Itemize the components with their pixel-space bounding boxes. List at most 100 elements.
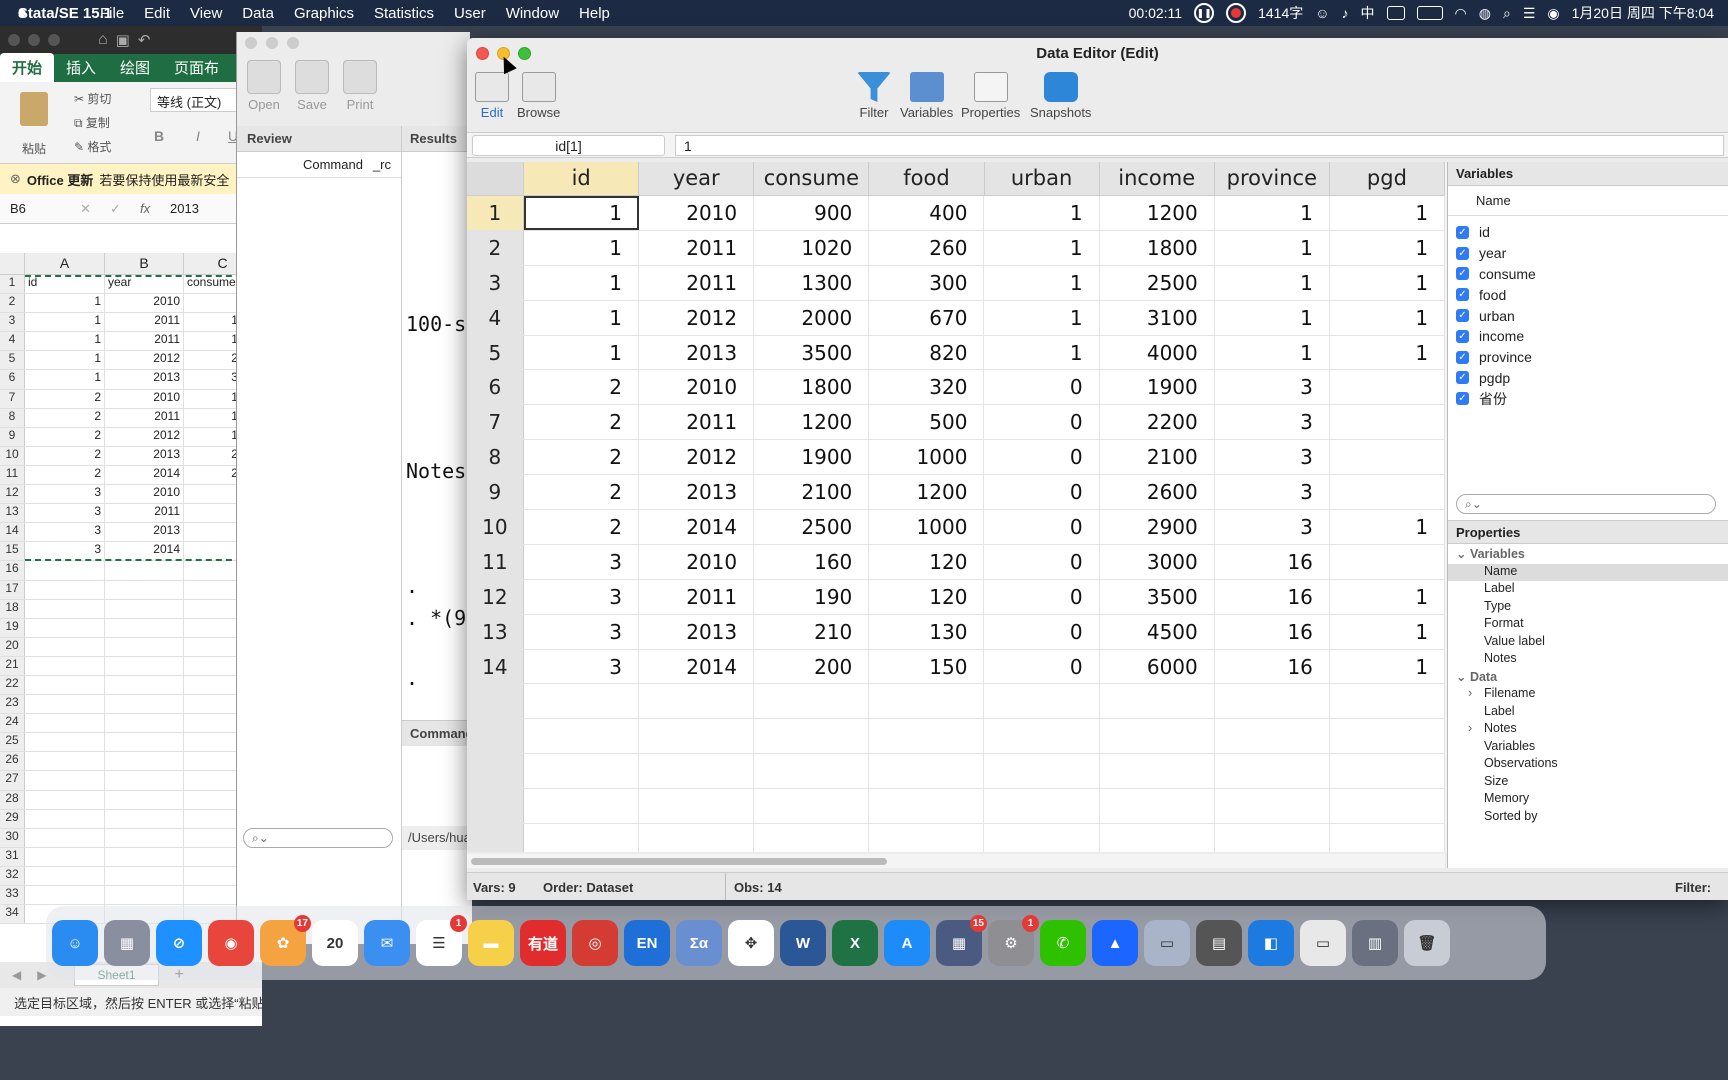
variable-item[interactable]: ✓ year: [1448, 243, 1728, 264]
data-cell[interactable]: 1: [984, 196, 1100, 230]
excel-cell[interactable]: year: [105, 275, 184, 294]
excel-cell[interactable]: 3: [25, 485, 105, 504]
variable-item[interactable]: ✓ urban: [1448, 305, 1728, 326]
excel-cell[interactable]: [105, 714, 184, 733]
data-cell[interactable]: 2: [524, 440, 639, 475]
excel-cell[interactable]: 2011: [105, 504, 184, 523]
data-cell[interactable]: 4000: [1100, 335, 1215, 370]
excel-cell[interactable]: 2011: [105, 332, 184, 351]
data-cell[interactable]: 3500: [754, 335, 870, 370]
sum-icon[interactable]: Σα: [676, 920, 722, 966]
variable-item[interactable]: ✓ id: [1448, 222, 1728, 243]
excel-cell[interactable]: 1: [25, 313, 105, 332]
data-cell[interactable]: [1330, 440, 1445, 475]
empty-cell[interactable]: [524, 684, 639, 719]
notes-icon[interactable]: ▬: [468, 920, 514, 966]
empty-cell[interactable]: [1215, 684, 1330, 719]
data-cell[interactable]: 0: [984, 475, 1100, 510]
review-command-column[interactable]: Command: [303, 157, 363, 172]
row-number[interactable]: 3: [467, 265, 524, 300]
row-header[interactable]: 13: [0, 504, 25, 523]
tab-insert[interactable]: 插入: [54, 53, 108, 82]
excel-cell[interactable]: 3: [25, 542, 105, 561]
data-cell[interactable]: 3: [1215, 370, 1330, 405]
data-cell[interactable]: 1200: [754, 405, 870, 440]
data-cell[interactable]: 1: [1330, 579, 1445, 614]
column-header[interactable]: province: [1215, 162, 1330, 195]
youdao-icon[interactable]: 有道: [520, 920, 566, 966]
property-item[interactable]: Notes: [1448, 651, 1728, 669]
review-search-input[interactable]: ⌕⌄: [243, 828, 393, 848]
data-cell[interactable]: 3: [1215, 510, 1330, 544]
checkbox-icon[interactable]: ✓: [1456, 329, 1469, 343]
menu-help[interactable]: Help: [569, 5, 620, 22]
property-item[interactable]: Type: [1448, 599, 1728, 617]
excel-cell[interactable]: [25, 561, 105, 580]
format-painter-button[interactable]: ✎ 格式: [74, 138, 111, 155]
system-preferences-icon[interactable]: ⚙ 1: [988, 915, 1039, 966]
empty-cell[interactable]: [1215, 719, 1330, 754]
data-cell[interactable]: [1330, 405, 1445, 440]
empty-cell[interactable]: [1215, 789, 1330, 824]
excel-cell[interactable]: 1: [25, 370, 105, 389]
battery-icon[interactable]: [1416, 6, 1443, 20]
data-cell[interactable]: 1: [1215, 230, 1330, 265]
excel-cell[interactable]: [105, 695, 184, 714]
tab-home[interactable]: 开始: [0, 53, 55, 82]
data-cell[interactable]: 150: [869, 649, 985, 684]
data-cell[interactable]: 1800: [1100, 230, 1215, 265]
row-number[interactable]: 5: [467, 335, 524, 370]
empty-cell[interactable]: [984, 789, 1100, 824]
data-cell[interactable]: 1: [524, 300, 639, 335]
data-cell[interactable]: 3000: [1100, 544, 1215, 579]
row-header[interactable]: 3: [0, 313, 25, 332]
save-button[interactable]: Save: [295, 60, 329, 112]
data-cell[interactable]: 400: [869, 196, 985, 230]
property-item[interactable]: Variables: [1448, 739, 1728, 757]
variables-button[interactable]: Variables: [900, 72, 953, 120]
property-item[interactable]: Observations: [1448, 756, 1728, 774]
excel-cell[interactable]: [25, 733, 105, 752]
data-cell[interactable]: 3: [524, 579, 639, 614]
row-number[interactable]: 9: [467, 475, 524, 510]
preview-icon[interactable]: ▭: [1144, 920, 1190, 966]
row-header[interactable]: 32: [0, 866, 25, 885]
empty-cell[interactable]: [1330, 684, 1445, 719]
chrome-icon[interactable]: ◉: [208, 920, 254, 966]
edit-mode-button[interactable]: Edit: [475, 72, 509, 120]
close-button[interactable]: [245, 37, 257, 49]
input-method[interactable]: 中: [1361, 3, 1375, 23]
excel-cell[interactable]: 2014: [105, 542, 184, 561]
data-cell[interactable]: 120: [869, 579, 985, 614]
data-cell[interactable]: 200: [754, 649, 870, 684]
excel-cell[interactable]: 2: [25, 408, 105, 427]
data-cell[interactable]: 16: [1215, 544, 1330, 579]
empty-cell[interactable]: [869, 754, 985, 789]
empty-cell[interactable]: [984, 754, 1100, 789]
data-cell[interactable]: 2: [524, 475, 639, 510]
excel-cell[interactable]: [25, 618, 105, 637]
empty-cell[interactable]: [754, 719, 870, 754]
zoom-button[interactable]: [287, 37, 299, 49]
emoji-icon[interactable]: ☺: [1315, 5, 1329, 21]
row-header[interactable]: 24: [0, 714, 25, 733]
data-cell[interactable]: 3100: [1100, 300, 1215, 335]
row-header[interactable]: 9: [0, 427, 25, 446]
property-item[interactable]: › Filename: [1448, 686, 1728, 704]
property-item[interactable]: Label: [1448, 704, 1728, 722]
empty-cell[interactable]: [869, 789, 985, 824]
row-header[interactable]: 4: [0, 332, 25, 351]
sync-icon[interactable]: [1386, 6, 1405, 20]
excel-cell[interactable]: [25, 637, 105, 656]
empty-cell[interactable]: [1100, 684, 1215, 719]
launchpad-icon[interactable]: ▦: [104, 920, 150, 966]
data-cell[interactable]: [1330, 475, 1445, 510]
row-header[interactable]: 10: [0, 446, 25, 465]
cancel-icon[interactable]: ✕: [80, 201, 110, 217]
pause-icon[interactable]: ❚❚: [1194, 3, 1215, 23]
empty-cell[interactable]: [524, 719, 639, 754]
row-number[interactable]: 7: [467, 405, 524, 440]
property-item[interactable]: Memory: [1448, 791, 1728, 809]
data-cell[interactable]: 2011: [639, 265, 755, 300]
menubar-clock[interactable]: 1月20日 周四 下午8:04: [1572, 3, 1714, 23]
